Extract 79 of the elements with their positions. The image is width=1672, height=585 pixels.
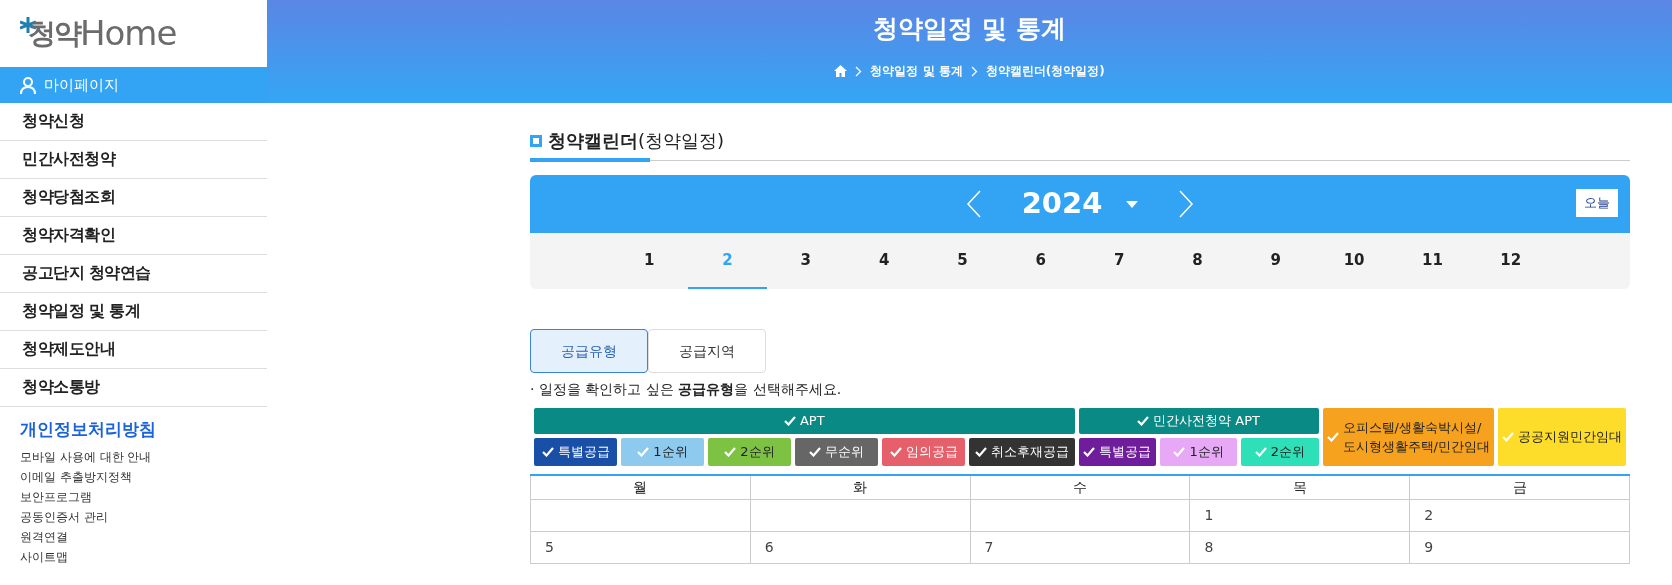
filter-chip[interactable]: 1순위 — [1159, 438, 1238, 466]
filter-tab[interactable]: 공급유형 — [530, 329, 648, 373]
next-year-button[interactable] — [1178, 190, 1195, 218]
weekday-header: 월 — [530, 475, 751, 500]
footer-link[interactable]: 보안프로그램 — [0, 486, 267, 507]
filter-chip[interactable]: 취소후재공급 — [969, 438, 1075, 466]
month-tab[interactable]: 7 — [1079, 233, 1159, 289]
check-icon — [1502, 432, 1514, 442]
month-tab[interactable]: 12 — [1471, 233, 1550, 289]
month-tab[interactable]: 8 — [1158, 233, 1237, 289]
date-number[interactable]: 8 — [1204, 539, 1214, 555]
date-number[interactable]: 5 — [545, 539, 554, 555]
check-icon — [724, 447, 737, 457]
previous-year-button[interactable] — [965, 190, 982, 218]
chevron-right-icon — [855, 65, 863, 77]
month-tab[interactable]: 3 — [766, 233, 845, 289]
filter-chip[interactable]: 오피스텔/생활숙박시설/ 도시형생활주택/민간임대 — [1322, 408, 1494, 466]
weekday-header: 화 — [750, 475, 971, 500]
sidebar-item[interactable]: 청약신청 — [0, 103, 267, 141]
check-icon — [1137, 416, 1150, 426]
sidebar-item[interactable]: 청약제도안내 — [0, 331, 267, 369]
check-icon — [1083, 447, 1096, 457]
filter-tab[interactable]: 공급지역 — [648, 329, 766, 373]
month-tab[interactable]: 9 — [1236, 233, 1315, 289]
sidebar-item[interactable]: 청약소통방 — [0, 369, 267, 407]
filter-chip[interactable]: 특별공급 — [1078, 438, 1156, 466]
check-icon — [1326, 432, 1339, 442]
check-icon — [1173, 447, 1186, 457]
section-title: 청약캘린더(청약일정) — [548, 129, 725, 153]
check-icon — [889, 447, 902, 457]
date-number[interactable]: 6 — [764, 539, 774, 555]
date-number[interactable]: 9 — [1424, 539, 1434, 555]
home-icon[interactable] — [834, 65, 848, 77]
sidebar-item[interactable]: 청약당첨조회 — [0, 179, 267, 217]
page-title: 청약일정 및 통계 — [872, 13, 1067, 44]
weekday-header: 금 — [1409, 475, 1630, 500]
check-icon — [541, 447, 554, 457]
check-icon — [974, 447, 987, 457]
footer-link[interactable]: 사이트맵 — [0, 546, 267, 567]
footer-link[interactable]: 원격연결 — [0, 526, 267, 547]
sidebar-item[interactable]: 청약자격확인 — [0, 217, 267, 255]
month-tab[interactable]: 5 — [923, 233, 1002, 289]
chevron-right-icon — [970, 65, 978, 77]
year-label: 2024 — [1021, 185, 1103, 223]
check-icon — [783, 416, 796, 426]
month-tab[interactable]: 11 — [1393, 233, 1472, 289]
month-tab[interactable]: 4 — [845, 233, 924, 289]
filter-chip[interactable]: 1순위 — [621, 438, 704, 466]
check-icon — [1254, 447, 1267, 457]
date-number[interactable]: 1 — [1204, 507, 1214, 523]
filter-chip[interactable]: 특별공급 — [534, 438, 617, 466]
sidebar-item[interactable]: 공고단지 청약연습 — [0, 255, 267, 293]
filter-chip[interactable]: APT — [534, 408, 1075, 434]
square-bullet-icon — [530, 134, 542, 147]
month-tab[interactable]: 6 — [1001, 233, 1080, 289]
filter-chip[interactable]: 민간사전청약 APT — [1078, 408, 1319, 434]
footer-link[interactable]: 공동인증서 관리 — [0, 506, 267, 527]
footer-link[interactable]: 이메일 추출방지정책 — [0, 466, 267, 487]
user-icon — [20, 76, 36, 94]
filter-chip[interactable]: 공공지원민간임대 — [1498, 408, 1626, 466]
privacy-policy-link[interactable]: 개인정보처리방침 — [0, 407, 267, 447]
month-tab[interactable]: 10 — [1314, 233, 1394, 289]
today-button[interactable]: 오늘 — [1576, 189, 1618, 217]
check-icon — [809, 447, 821, 457]
filter-chip[interactable]: 2순위 — [708, 438, 791, 466]
sidebar-item[interactable]: 청약일정 및 통계 — [0, 293, 267, 331]
month-tab[interactable]: 1 — [610, 233, 689, 289]
date-number[interactable]: 2 — [1424, 507, 1434, 523]
footer-link[interactable]: 모바일 사용에 대한 안내 — [0, 446, 267, 467]
date-number[interactable]: 7 — [984, 539, 994, 555]
sidebar-item[interactable]: 민간사전청약 — [0, 141, 267, 179]
weekday-header: 수 — [970, 475, 1190, 500]
filter-chip[interactable]: 무순위 — [795, 438, 878, 466]
check-icon — [637, 447, 650, 457]
dropdown-caret-icon[interactable] — [1126, 200, 1139, 208]
filter-chip[interactable]: 2순위 — [1241, 438, 1319, 466]
instruction-text: · 일정을 확인하고 싶은 공급유형을 선택해주세요. — [530, 380, 843, 399]
weekday-header: 목 — [1189, 475, 1410, 500]
logo[interactable]: 청약Home — [0, 0, 267, 67]
